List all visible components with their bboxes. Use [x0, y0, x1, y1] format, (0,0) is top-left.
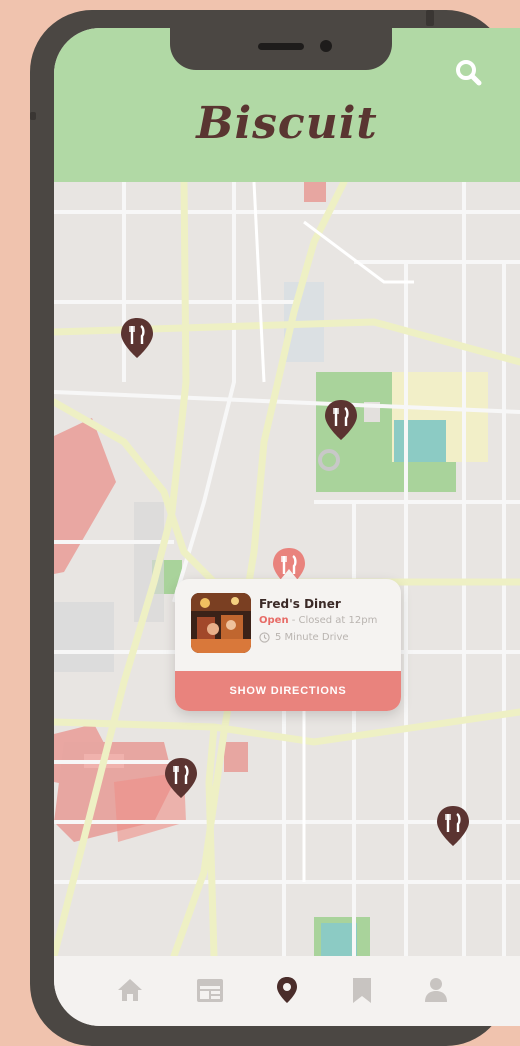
restaurant-popup[interactable]: Fred's Diner Open - Closed at 12pm 5 Min…: [175, 579, 401, 711]
fork-knife-icon: [165, 758, 197, 798]
closing-time: - Closed at 12pm: [288, 615, 378, 626]
drive-time-label: 5 Minute Drive: [275, 632, 349, 643]
home-icon: [118, 979, 142, 1001]
drive-time: 5 Minute Drive: [259, 632, 349, 643]
restaurant-pin-4[interactable]: [434, 804, 472, 848]
profile-icon: [425, 978, 447, 1002]
bookmark-icon: [353, 978, 371, 1003]
calendar-icon: [197, 979, 223, 1002]
app-screen: Biscuit Fred's Diner Open - Closed at 12…: [54, 28, 520, 1026]
fork-knife-icon: [121, 318, 153, 358]
fork-knife-icon: [325, 400, 357, 440]
side-button-left: [30, 112, 36, 120]
clock-icon: [259, 632, 270, 643]
popup-caret: [281, 569, 297, 579]
nav-profile[interactable]: [420, 974, 452, 1006]
speaker-grille: [258, 43, 304, 50]
map-pin-icon: [277, 977, 297, 1003]
restaurant-pin-1[interactable]: [118, 316, 156, 360]
nav-home[interactable]: [114, 974, 146, 1006]
fork-knife-icon: [437, 806, 469, 846]
restaurant-pin-2[interactable]: [322, 398, 360, 442]
app-header: Biscuit: [54, 28, 520, 182]
nav-calendar[interactable]: [194, 974, 226, 1006]
open-status: Open: [259, 615, 289, 626]
restaurant-pin-3[interactable]: [162, 756, 200, 800]
restaurant-status: Open - Closed at 12pm: [259, 615, 377, 626]
nav-bookmarks[interactable]: [346, 974, 378, 1006]
front-camera: [320, 40, 332, 52]
app-title: Biscuit: [196, 98, 378, 149]
restaurant-name: Fred's Diner: [259, 597, 341, 611]
show-directions-button[interactable]: SHOW DIRECTIONS: [175, 671, 401, 711]
bottom-nav: [54, 956, 520, 1026]
nav-map[interactable]: [271, 974, 303, 1006]
side-button-top: [426, 10, 434, 26]
restaurant-photo: [191, 593, 251, 653]
camera-notch: [170, 28, 392, 70]
search-icon[interactable]: [452, 56, 486, 90]
